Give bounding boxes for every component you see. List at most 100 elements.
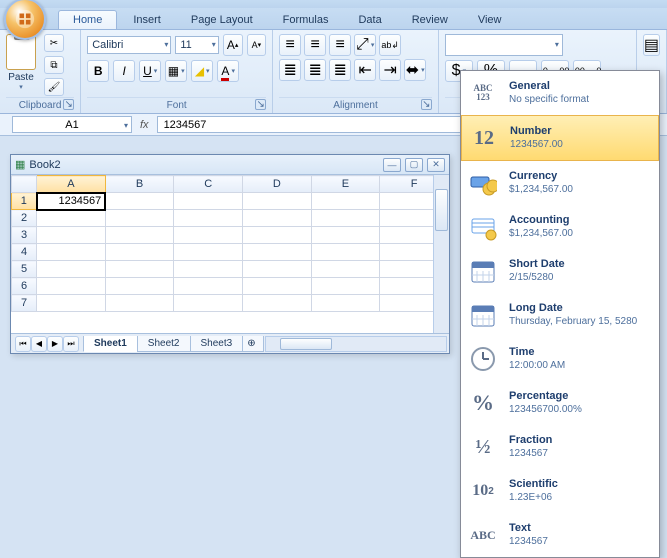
row-header-7[interactable]: 7: [12, 295, 37, 312]
format-option-shortdate[interactable]: Short Date2/15/5280: [461, 249, 659, 293]
cell[interactable]: [243, 261, 312, 278]
cell[interactable]: [311, 295, 380, 312]
increase-indent-button[interactable]: ⇥: [379, 59, 401, 81]
cell[interactable]: [311, 193, 380, 210]
row-header-1[interactable]: 1: [12, 193, 37, 210]
tab-nav-prev[interactable]: ◀: [31, 336, 47, 352]
format-option-percentage[interactable]: % Percentage123456700.00%: [461, 381, 659, 425]
tab-view[interactable]: View: [464, 11, 516, 29]
orientation-button[interactable]: ⤢: [354, 34, 376, 56]
cell[interactable]: [105, 210, 174, 227]
close-button[interactable]: ✕: [427, 158, 445, 172]
format-option-time[interactable]: Time12:00:00 AM: [461, 337, 659, 381]
cell-a1[interactable]: 1234567: [37, 193, 106, 210]
cell[interactable]: [243, 278, 312, 295]
cell[interactable]: [311, 227, 380, 244]
align-bottom-button[interactable]: ≡: [329, 34, 351, 56]
format-option-scientific[interactable]: 102 Scientific1.23E+06: [461, 469, 659, 513]
font-name-select[interactable]: Calibri▾: [87, 36, 171, 54]
merge-center-button[interactable]: ⬌: [404, 59, 426, 81]
cell[interactable]: [243, 193, 312, 210]
sheet-tab-1[interactable]: Sheet1: [83, 336, 138, 352]
border-button[interactable]: ▦: [165, 60, 187, 82]
align-middle-button[interactable]: ≡: [304, 34, 326, 56]
minimize-button[interactable]: —: [383, 158, 401, 172]
row-header-2[interactable]: 2: [12, 210, 37, 227]
maximize-button[interactable]: ▢: [405, 158, 423, 172]
cell[interactable]: [174, 261, 243, 278]
cell[interactable]: [105, 244, 174, 261]
cell[interactable]: [105, 227, 174, 244]
conditional-formatting-button[interactable]: ▤: [643, 34, 660, 56]
format-option-general[interactable]: ABC123 GeneralNo specific format: [461, 71, 659, 115]
tab-insert[interactable]: Insert: [119, 11, 175, 29]
row-header-4[interactable]: 4: [12, 244, 37, 261]
cell[interactable]: [174, 193, 243, 210]
cell[interactable]: [105, 295, 174, 312]
cell[interactable]: [174, 278, 243, 295]
cell[interactable]: [311, 261, 380, 278]
format-option-accounting[interactable]: Accounting$1,234,567.00: [461, 205, 659, 249]
tab-review[interactable]: Review: [398, 11, 462, 29]
col-header-b[interactable]: B: [105, 176, 174, 193]
row-header-5[interactable]: 5: [12, 261, 37, 278]
font-size-select[interactable]: 11▾: [175, 36, 218, 54]
tab-nav-last[interactable]: ⏭: [63, 336, 79, 352]
cut-button[interactable]: ✂: [44, 34, 64, 52]
col-header-e[interactable]: E: [311, 176, 380, 193]
cell[interactable]: [174, 244, 243, 261]
tab-nav-next[interactable]: ▶: [47, 336, 63, 352]
cell[interactable]: [174, 210, 243, 227]
horizontal-scrollbar[interactable]: [265, 336, 447, 352]
vertical-scrollbar[interactable]: [433, 175, 449, 333]
office-button[interactable]: [4, 0, 46, 40]
decrease-indent-button[interactable]: ⇤: [354, 59, 376, 81]
tab-data[interactable]: Data: [344, 11, 395, 29]
format-option-longdate[interactable]: Long DateThursday, February 15, 5280: [461, 293, 659, 337]
clipboard-launcher[interactable]: ↘: [63, 99, 74, 110]
sheet-tab-2[interactable]: Sheet2: [137, 336, 191, 352]
font-launcher[interactable]: ↘: [255, 99, 266, 110]
shrink-font-button[interactable]: A▾: [247, 34, 267, 56]
tab-home[interactable]: Home: [58, 10, 117, 29]
cell[interactable]: [243, 244, 312, 261]
cell[interactable]: [174, 227, 243, 244]
cell[interactable]: [243, 227, 312, 244]
bold-button[interactable]: B: [87, 60, 109, 82]
number-format-select[interactable]: ▾: [445, 34, 563, 56]
wrap-text-button[interactable]: ab↲: [379, 34, 401, 56]
cell[interactable]: [37, 295, 106, 312]
align-left-button[interactable]: ≣: [279, 59, 301, 81]
fx-icon[interactable]: fx: [140, 119, 149, 131]
tab-formulas[interactable]: Formulas: [269, 11, 343, 29]
cell[interactable]: [37, 244, 106, 261]
format-option-number[interactable]: 12 Number1234567.00: [461, 115, 659, 161]
paste-button[interactable]: Paste ▾: [6, 34, 36, 91]
format-option-currency[interactable]: Currency$1,234,567.00: [461, 161, 659, 205]
name-box[interactable]: A1▾: [12, 116, 132, 133]
cell[interactable]: [243, 295, 312, 312]
tab-nav-first[interactable]: ⏮: [15, 336, 31, 352]
col-header-a[interactable]: A: [37, 176, 106, 193]
cell[interactable]: [105, 193, 174, 210]
select-all-corner[interactable]: [12, 176, 37, 193]
format-option-fraction[interactable]: ½ Fraction1234567: [461, 425, 659, 469]
cell[interactable]: [311, 210, 380, 227]
sheet-tab-3[interactable]: Sheet3: [190, 336, 244, 352]
font-color-button[interactable]: A: [217, 60, 239, 82]
sheet-grid[interactable]: A B C D E F 11234567 2 3 4 5 6 7: [11, 175, 449, 333]
grow-font-button[interactable]: A▴: [223, 34, 243, 56]
col-header-d[interactable]: D: [243, 176, 312, 193]
format-option-text[interactable]: ABC Text1234567: [461, 513, 659, 557]
cell[interactable]: [243, 210, 312, 227]
cell[interactable]: [37, 227, 106, 244]
cell[interactable]: [174, 295, 243, 312]
fill-color-button[interactable]: ◢: [191, 60, 213, 82]
cell[interactable]: [37, 278, 106, 295]
underline-button[interactable]: U: [139, 60, 161, 82]
tab-pagelayout[interactable]: Page Layout: [177, 11, 267, 29]
align-right-button[interactable]: ≣: [329, 59, 351, 81]
align-center-button[interactable]: ≣: [304, 59, 326, 81]
format-painter-button[interactable]: 🖌: [44, 78, 64, 96]
copy-button[interactable]: ⧉: [44, 56, 64, 74]
